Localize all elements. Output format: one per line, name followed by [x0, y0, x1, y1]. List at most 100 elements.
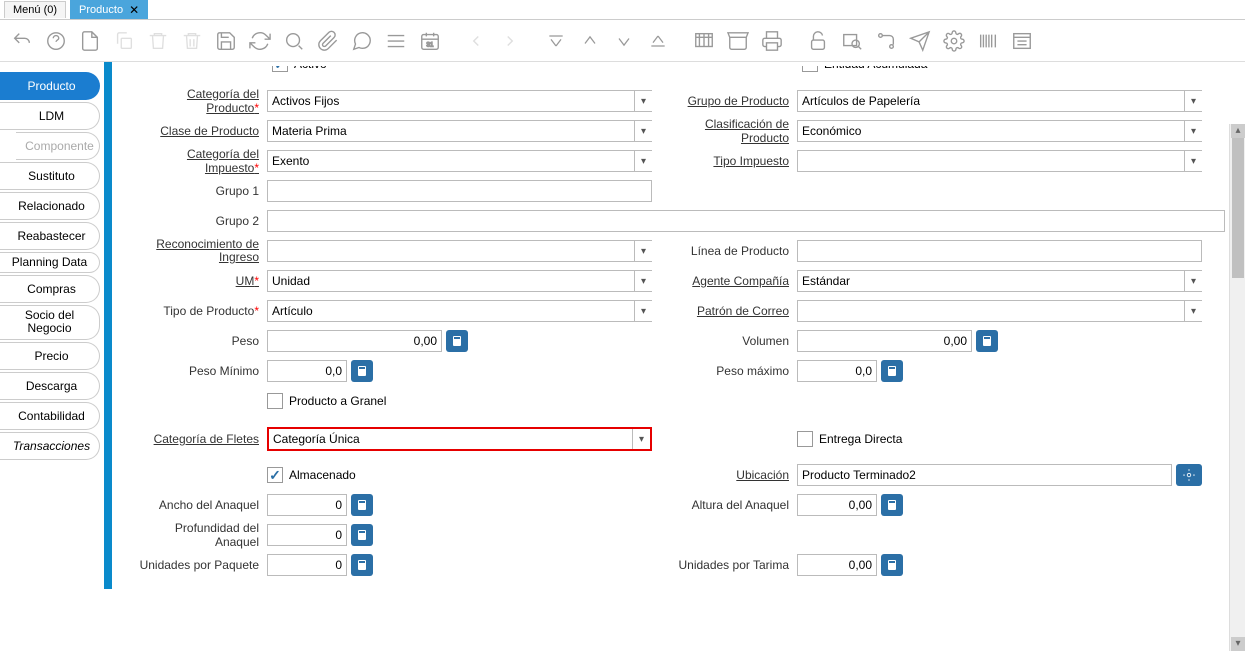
grupo1-input[interactable]	[267, 180, 652, 202]
calculator-icon[interactable]	[446, 330, 468, 352]
zoom-icon[interactable]	[840, 29, 864, 53]
delete2-icon[interactable]	[180, 29, 204, 53]
tipo-impuesto-input[interactable]	[797, 150, 1202, 172]
categoria-producto-input[interactable]	[267, 90, 652, 112]
calendar-icon[interactable]: 31	[418, 29, 442, 53]
reconocimiento-ingreso-select[interactable]	[267, 240, 652, 262]
sidetab-producto[interactable]: Producto	[0, 72, 100, 100]
calculator-icon[interactable]	[351, 494, 373, 516]
calculator-icon[interactable]	[351, 554, 373, 576]
producto-granel-checkbox[interactable]: Producto a Granel	[267, 393, 386, 409]
lock-icon[interactable]	[806, 29, 830, 53]
settings-icon[interactable]	[942, 29, 966, 53]
tab-producto[interactable]: Producto✕	[70, 0, 148, 19]
new-icon[interactable]	[78, 29, 102, 53]
chevron-down-icon[interactable]	[634, 120, 652, 142]
chevron-down-icon[interactable]	[1184, 120, 1202, 142]
scroll-thumb[interactable]	[1232, 138, 1244, 278]
profundidad-anaquel-input[interactable]	[267, 524, 347, 546]
clasificacion-producto-select[interactable]	[797, 120, 1202, 142]
calculator-icon[interactable]	[976, 330, 998, 352]
print-icon[interactable]	[760, 29, 784, 53]
tab-menu[interactable]: Menú (0)	[4, 1, 66, 18]
refresh-icon[interactable]	[248, 29, 272, 53]
reconocimiento-ingreso-input[interactable]	[267, 240, 652, 262]
chevron-down-icon[interactable]	[634, 150, 652, 172]
sidetab-sustituto[interactable]: Sustituto	[0, 162, 100, 190]
nav-next-icon[interactable]	[498, 29, 522, 53]
sidetab-descarga[interactable]: Descarga	[0, 372, 100, 400]
up-icon[interactable]	[578, 29, 602, 53]
chevron-down-icon[interactable]	[1184, 150, 1202, 172]
ubicacion-input[interactable]	[797, 464, 1172, 486]
calculator-icon[interactable]	[351, 360, 373, 382]
list-icon[interactable]	[384, 29, 408, 53]
entrega-directa-checkbox[interactable]: Entrega Directa	[797, 431, 902, 447]
um-input[interactable]	[267, 270, 652, 292]
clase-producto-select[interactable]	[267, 120, 652, 142]
send-icon[interactable]	[908, 29, 932, 53]
grupo-producto-select[interactable]	[797, 90, 1202, 112]
scrollbar[interactable]: ▴ ▾	[1229, 124, 1245, 651]
calculator-icon[interactable]	[881, 554, 903, 576]
chevron-down-icon[interactable]	[1184, 90, 1202, 112]
undo-icon[interactable]	[10, 29, 34, 53]
chevron-down-icon[interactable]	[634, 270, 652, 292]
calculator-icon[interactable]	[351, 524, 373, 546]
linea-producto-input[interactable]	[797, 240, 1202, 262]
calculator-icon[interactable]	[881, 494, 903, 516]
delete-icon[interactable]	[146, 29, 170, 53]
unidades-paquete-input[interactable]	[267, 554, 347, 576]
unidades-tarima-input[interactable]	[797, 554, 877, 576]
chevron-down-icon[interactable]	[1184, 270, 1202, 292]
tipo-producto-select[interactable]	[267, 300, 652, 322]
entidad-acumulada-checkbox[interactable]: Entidad Acumulada	[802, 66, 927, 72]
chevron-down-icon[interactable]	[634, 240, 652, 262]
sidetab-ldm[interactable]: LDM	[0, 102, 100, 130]
sidetab-contabilidad[interactable]: Contabilidad	[0, 402, 100, 430]
grupo2-input[interactable]	[267, 210, 1225, 232]
chevron-down-icon[interactable]	[634, 90, 652, 112]
sidetab-planning[interactable]: Planning Data	[0, 252, 100, 273]
save-icon[interactable]	[214, 29, 238, 53]
last-icon[interactable]	[646, 29, 670, 53]
categoria-fletes-select[interactable]	[267, 427, 652, 451]
altura-anaquel-input[interactable]	[797, 494, 877, 516]
down-icon[interactable]	[612, 29, 636, 53]
peso-maximo-input[interactable]	[797, 360, 877, 382]
calculator-icon[interactable]	[881, 360, 903, 382]
sidetab-precio[interactable]: Precio	[0, 342, 100, 370]
report-icon[interactable]	[692, 29, 716, 53]
tipo-impuesto-select[interactable]	[797, 150, 1202, 172]
locator-icon[interactable]	[1176, 464, 1202, 486]
agente-compania-select[interactable]	[797, 270, 1202, 292]
search-icon[interactable]	[282, 29, 306, 53]
scroll-down-icon[interactable]: ▾	[1231, 637, 1245, 651]
agente-compania-input[interactable]	[797, 270, 1202, 292]
chevron-down-icon[interactable]	[1184, 300, 1202, 322]
sidetab-reabastecer[interactable]: Reabastecer	[0, 222, 100, 250]
chevron-down-icon[interactable]	[634, 300, 652, 322]
almacenado-checkbox[interactable]: Almacenado	[267, 467, 356, 483]
activo-checkbox[interactable]: Activo	[272, 66, 327, 72]
um-select[interactable]	[267, 270, 652, 292]
workflow-icon[interactable]	[874, 29, 898, 53]
first-icon[interactable]	[544, 29, 568, 53]
grupo-producto-input[interactable]	[797, 90, 1202, 112]
help-icon[interactable]	[44, 29, 68, 53]
sidetab-compras[interactable]: Compras	[0, 275, 100, 303]
volumen-input[interactable]	[797, 330, 972, 352]
categoria-fletes-input[interactable]	[269, 429, 650, 449]
copy-icon[interactable]	[112, 29, 136, 53]
sidetab-socio[interactable]: Socio del Negocio	[0, 305, 100, 339]
patron-correo-select[interactable]	[797, 300, 1202, 322]
peso-minimo-input[interactable]	[267, 360, 347, 382]
form-icon[interactable]	[1010, 29, 1034, 53]
sidetab-transacciones[interactable]: Transacciones	[0, 432, 100, 460]
chevron-down-icon[interactable]	[632, 429, 650, 449]
nav-prev-icon[interactable]	[464, 29, 488, 53]
archive-icon[interactable]	[726, 29, 750, 53]
scroll-up-icon[interactable]: ▴	[1231, 124, 1245, 138]
patron-correo-input[interactable]	[797, 300, 1202, 322]
categoria-producto-select[interactable]	[267, 90, 652, 112]
